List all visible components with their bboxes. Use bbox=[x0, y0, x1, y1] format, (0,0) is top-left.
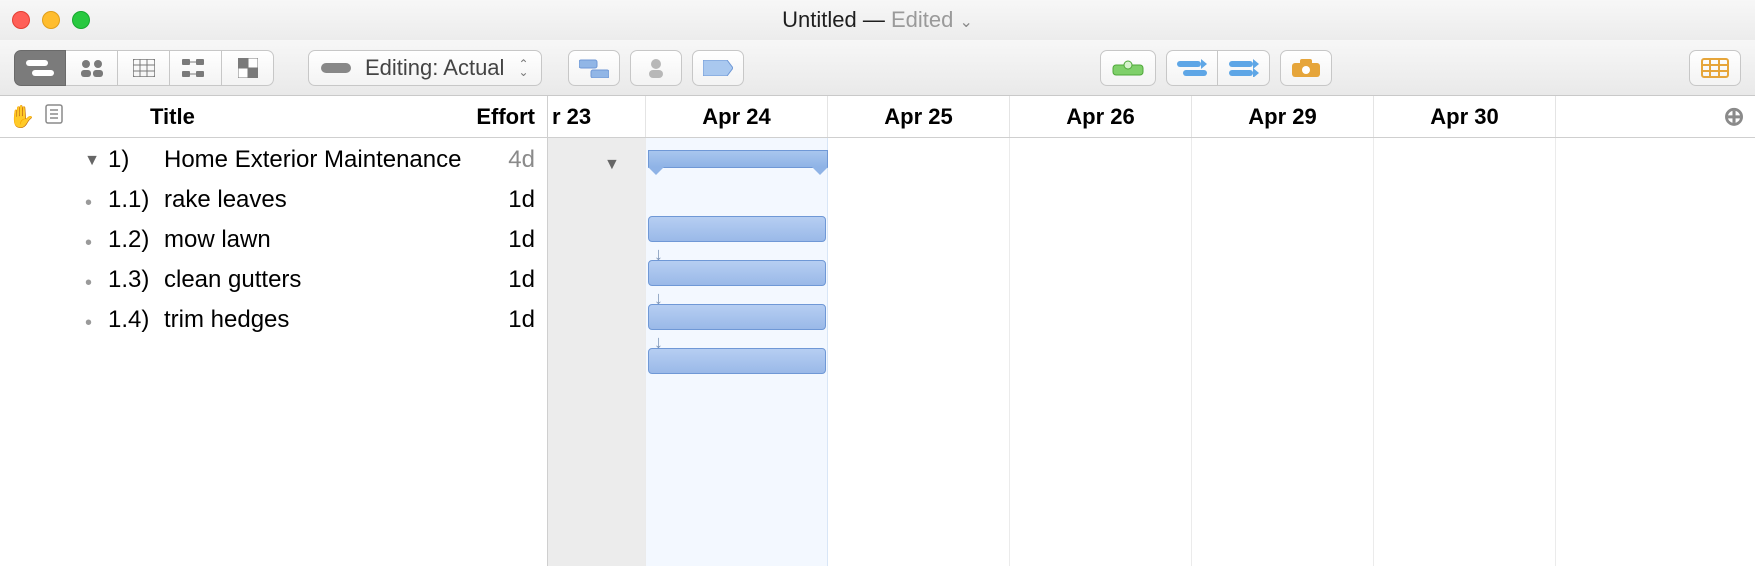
gantt-col bbox=[1556, 138, 1755, 566]
toolbar: Editing: Actual ⌃⌄ bbox=[0, 40, 1755, 96]
catch-up-group bbox=[1166, 50, 1270, 86]
task-number: 1.4) bbox=[100, 306, 160, 334]
window-title: Untitled — Edited ⌄ bbox=[0, 7, 1755, 33]
task-number: 1.2) bbox=[100, 226, 160, 254]
inspector-toggle-button[interactable] bbox=[1689, 50, 1741, 86]
document-title: Untitled bbox=[782, 7, 857, 32]
task-bar[interactable] bbox=[648, 216, 826, 242]
title-column-header[interactable]: Title bbox=[150, 104, 195, 130]
notes-icon[interactable] bbox=[45, 104, 63, 130]
baseline-icon bbox=[321, 63, 351, 73]
bullet-icon: • bbox=[85, 272, 100, 295]
task-row-parent[interactable]: ▼ 1) Home Exterior Maintenance 4d bbox=[0, 142, 547, 182]
content-area: ▼ 1) Home Exterior Maintenance 4d • 1.1)… bbox=[0, 138, 1755, 566]
outline-header: ✋ Title Effort bbox=[0, 96, 548, 137]
resources-view-button[interactable] bbox=[66, 50, 118, 86]
task-effort: 1d bbox=[465, 266, 535, 294]
gantt-view-button[interactable] bbox=[14, 50, 66, 86]
task-row[interactable]: • 1.2) mow lawn 1d bbox=[0, 222, 547, 262]
task-effort: 4d bbox=[465, 146, 535, 174]
task-title: clean gutters bbox=[160, 266, 465, 294]
catch-up-button[interactable] bbox=[1166, 50, 1218, 86]
gantt-col-nonwork bbox=[548, 138, 646, 566]
edited-indicator: Edited bbox=[891, 7, 953, 32]
calendar-view-button[interactable] bbox=[118, 50, 170, 86]
task-bar[interactable] bbox=[648, 304, 826, 330]
task-bar[interactable] bbox=[648, 260, 826, 286]
disclosure-triangle-icon[interactable]: ▼ bbox=[84, 152, 100, 170]
add-milestone-button[interactable] bbox=[692, 50, 744, 86]
bullet-icon: • bbox=[85, 232, 100, 255]
task-effort: 1d bbox=[465, 306, 535, 334]
task-outline: ▼ 1) Home Exterior Maintenance 4d • 1.1)… bbox=[0, 138, 548, 566]
gantt-col bbox=[828, 138, 1010, 566]
minimize-window-button[interactable] bbox=[42, 11, 60, 29]
summary-task-bar[interactable] bbox=[648, 150, 828, 168]
add-resource-button[interactable] bbox=[630, 50, 682, 86]
date-header-4[interactable]: Apr 30 bbox=[1374, 96, 1556, 137]
traffic-lights bbox=[12, 11, 90, 29]
gantt-col bbox=[1010, 138, 1192, 566]
task-bar[interactable] bbox=[648, 348, 826, 374]
timeline-header: r 23 Apr 24 Apr 25 Apr 26 Apr 29 Apr 30 … bbox=[548, 96, 1755, 137]
task-effort: 1d bbox=[465, 186, 535, 214]
hand-icon[interactable]: ✋ bbox=[8, 104, 35, 130]
task-title: trim hedges bbox=[160, 306, 465, 334]
date-header-1[interactable]: Apr 25 bbox=[828, 96, 1010, 137]
effort-column-header[interactable]: Effort bbox=[476, 104, 535, 130]
task-row[interactable]: • 1.3) clean gutters 1d bbox=[0, 262, 547, 302]
task-title: mow lawn bbox=[160, 226, 465, 254]
bullet-icon: • bbox=[85, 192, 100, 215]
task-row[interactable]: • 1.4) trim hedges 1d bbox=[0, 302, 547, 342]
column-header-row: ✋ Title Effort r 23 Apr 24 Apr 25 Apr 26… bbox=[0, 96, 1755, 138]
date-header-partial[interactable]: r 23 bbox=[548, 96, 646, 137]
add-task-button[interactable] bbox=[568, 50, 620, 86]
close-window-button[interactable] bbox=[12, 11, 30, 29]
gantt-col bbox=[1374, 138, 1556, 566]
gantt-col bbox=[1192, 138, 1374, 566]
zoom-window-button[interactable] bbox=[72, 11, 90, 29]
titlebar: Untitled — Edited ⌄ bbox=[0, 0, 1755, 40]
zoom-in-button[interactable]: ⊕ bbox=[1713, 101, 1755, 132]
task-number: 1.3) bbox=[100, 266, 160, 294]
task-number: 1) bbox=[100, 146, 160, 174]
network-view-button[interactable] bbox=[170, 50, 222, 86]
view-switcher bbox=[14, 50, 274, 86]
bullet-icon: • bbox=[85, 312, 100, 335]
gantt-chart[interactable]: ▼ ↓ ↓ ↓ bbox=[548, 138, 1755, 566]
task-effort: 1d bbox=[465, 226, 535, 254]
editing-mode-selector[interactable]: Editing: Actual ⌃⌄ bbox=[308, 50, 542, 86]
gantt-disclosure-icon[interactable]: ▼ bbox=[604, 156, 620, 174]
reschedule-button[interactable] bbox=[1218, 50, 1270, 86]
task-number: 1.1) bbox=[100, 186, 160, 214]
task-row[interactable]: • 1.1) rake leaves 1d bbox=[0, 182, 547, 222]
task-title: Home Exterior Maintenance bbox=[160, 146, 465, 174]
date-header-2[interactable]: Apr 26 bbox=[1010, 96, 1192, 137]
chevron-down-icon[interactable]: ⌄ bbox=[959, 14, 972, 31]
date-header-3[interactable]: Apr 29 bbox=[1192, 96, 1374, 137]
styles-view-button[interactable] bbox=[222, 50, 274, 86]
task-title: rake leaves bbox=[160, 186, 465, 214]
leveling-button[interactable] bbox=[1100, 50, 1156, 86]
stepper-icon: ⌃⌄ bbox=[518, 60, 528, 76]
snapshot-button[interactable] bbox=[1280, 50, 1332, 86]
date-header-0[interactable]: Apr 24 bbox=[646, 96, 828, 137]
editing-mode-label: Editing: Actual bbox=[365, 55, 504, 81]
